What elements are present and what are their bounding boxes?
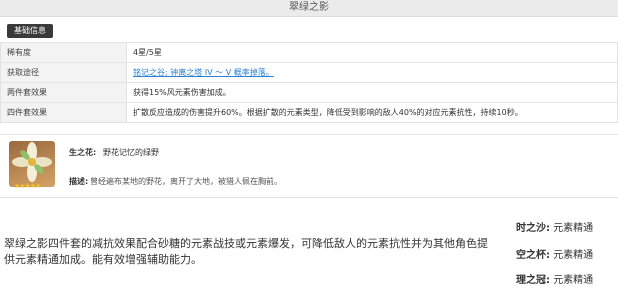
two-piece-value: 获得15%风元素伤害加成。 bbox=[126, 82, 618, 103]
stat-value: 元素精通 bbox=[553, 250, 594, 261]
flower-name-label: 生之花: bbox=[69, 148, 97, 157]
stat-label: 时之沙: bbox=[516, 223, 550, 234]
rarity-stars: ★★★★★ bbox=[14, 182, 41, 190]
basic-info-tab[interactable]: 基础信息 bbox=[7, 24, 53, 38]
table-row: 两件套效果 获得15%风元素伤害加成。 bbox=[0, 82, 618, 103]
stat-label: 空之杯: bbox=[516, 250, 550, 261]
four-piece-value: 扩散反应造成的伤害提升60%。根据扩散的元素类型，降低受到影响的敌人40%的对应… bbox=[126, 102, 618, 123]
page-title: 翠绿之影 bbox=[0, 0, 618, 17]
stat-label: 理之冠: bbox=[516, 275, 550, 286]
source-label: 获取途径 bbox=[0, 62, 127, 83]
flower-card: ★★★★★ bbox=[0, 134, 618, 198]
table-row: 获取途径 铭记之谷; 钟离之塔 IV ～ V 概率掉落。 bbox=[0, 62, 618, 83]
info-table: 稀有度 4星/5星 获取途径 铭记之谷; 钟离之塔 IV ～ V 概率掉落。 两… bbox=[0, 42, 618, 123]
table-row: 四件套效果 扩散反应造成的伤害提升60%。根据扩散的元素类型，降低受到影响的敌人… bbox=[0, 102, 618, 123]
source-link[interactable]: 铭记之谷; 钟离之塔 IV ～ V 概率掉落。 bbox=[133, 68, 274, 77]
stat-goblet: 空之杯: 元素精通 bbox=[516, 246, 593, 261]
flower-desc-label: 描述: bbox=[69, 177, 89, 186]
table-row: 稀有度 4星/5星 bbox=[0, 42, 618, 63]
stat-circlet: 理之冠: 元素精通 bbox=[516, 271, 593, 286]
stat-sands: 时之沙: 元素精通 bbox=[516, 219, 593, 234]
flower-artifact-icon[interactable] bbox=[9, 141, 55, 187]
flower-desc: 曾经遍布某地的野花，离开了大地，被猎人佩在胸前。 bbox=[90, 177, 282, 186]
stat-value: 元素精通 bbox=[553, 223, 594, 234]
summary-text: 翠绿之影四件套的减抗效果配合砂糖的元素战技或元素爆发，可降低敌人的元素抗性并为其… bbox=[4, 237, 488, 266]
four-piece-label: 四件套效果 bbox=[0, 102, 127, 123]
rarity-value: 4星/5星 bbox=[126, 42, 618, 63]
stat-value: 元素精通 bbox=[553, 275, 594, 286]
flower-name: 野花记忆的绿野 bbox=[103, 148, 159, 157]
rarity-label: 稀有度 bbox=[0, 42, 127, 63]
two-piece-label: 两件套效果 bbox=[0, 82, 127, 103]
